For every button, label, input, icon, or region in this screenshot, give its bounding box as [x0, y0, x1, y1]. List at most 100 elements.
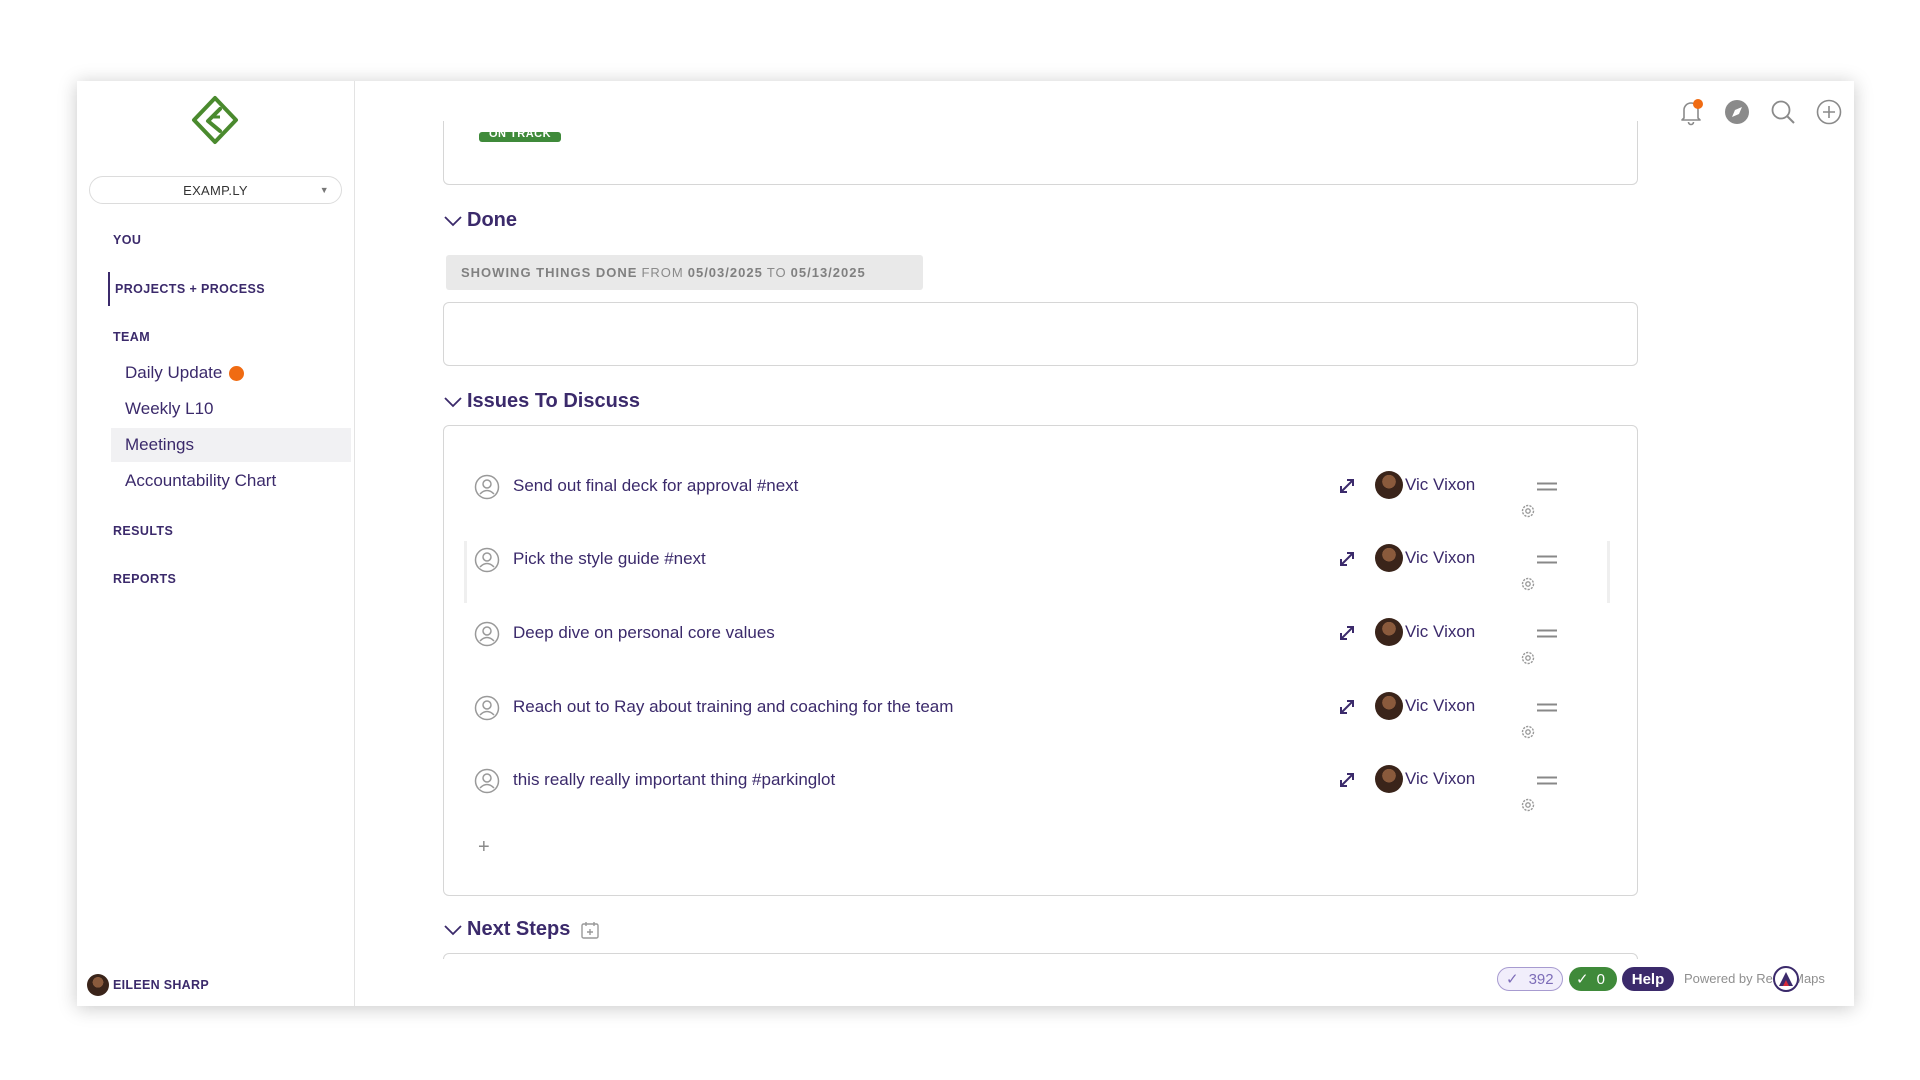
- done-section-header[interactable]: Done: [443, 209, 517, 232]
- done-date-filter[interactable]: SHOWING THINGS DONE FROM 05/03/2025 TO 0…: [446, 255, 923, 290]
- gear-icon[interactable]: [1519, 502, 1537, 520]
- todo-count-badge[interactable]: ✓ 392: [1497, 967, 1563, 991]
- check-icon: ✓: [1506, 971, 1519, 988]
- powered-by-text: Powered by ResultMaps: [1684, 971, 1825, 986]
- issue-text[interactable]: Send out final deck for approval #next: [513, 476, 798, 496]
- user-circle-icon[interactable]: [474, 474, 500, 500]
- status-badge: ON TRACK: [479, 132, 562, 142]
- gear-icon[interactable]: [1519, 796, 1537, 814]
- list-item[interactable]: Pick the style guide #next Vic Vixon: [467, 541, 1607, 603]
- done-list: [443, 302, 1638, 366]
- sidebar-item-label: Meetings: [125, 435, 194, 454]
- add-issue-button[interactable]: +: [478, 836, 490, 859]
- owner-name: Vic Vixon: [1405, 696, 1476, 715]
- sidebar-item-meetings[interactable]: Meetings: [111, 428, 351, 462]
- user-circle-icon[interactable]: [474, 621, 500, 647]
- calendar-add-icon[interactable]: [580, 920, 600, 940]
- issue-owner[interactable]: Vic Vixon: [1375, 618, 1475, 646]
- issue-text[interactable]: Reach out to Ray about training and coac…: [513, 697, 953, 717]
- search-icon[interactable]: [1768, 97, 1798, 127]
- add-circle-icon[interactable]: [1814, 97, 1844, 127]
- sidebar-item-daily-update[interactable]: Daily Update: [111, 356, 351, 390]
- app-logo-icon[interactable]: [190, 95, 240, 145]
- sidebar-item-accountability-chart[interactable]: Accountability Chart: [111, 464, 351, 498]
- avatar: [1375, 471, 1403, 499]
- issue-owner[interactable]: Vic Vixon: [1375, 471, 1475, 499]
- user-circle-icon[interactable]: [474, 695, 500, 721]
- owner-name: Vic Vixon: [1405, 548, 1476, 567]
- next-steps-section-header[interactable]: Next Steps: [443, 918, 600, 941]
- user-circle-icon[interactable]: [474, 768, 500, 794]
- org-name: EXAMP.LY: [183, 182, 248, 198]
- avatar: [87, 974, 109, 996]
- chevron-down-icon: [444, 215, 462, 226]
- avatar: [1375, 765, 1403, 793]
- gear-icon[interactable]: [1519, 575, 1537, 593]
- expand-icon[interactable]: [1337, 697, 1357, 717]
- owner-name: Vic Vixon: [1405, 622, 1476, 641]
- nav-team[interactable]: TEAM: [113, 330, 150, 344]
- chevron-down-icon: [444, 924, 462, 935]
- drag-handle-icon[interactable]: [1537, 555, 1557, 564]
- section-title: Issues To Discuss: [467, 390, 641, 412]
- resultmaps-logo-icon[interactable]: [1773, 966, 1799, 992]
- avatar: [1375, 618, 1403, 646]
- issue-owner[interactable]: Vic Vixon: [1375, 765, 1475, 793]
- avatar: [1375, 544, 1403, 572]
- avatar: [1375, 692, 1403, 720]
- sidebar-item-weekly-l10[interactable]: Weekly L10: [111, 392, 351, 426]
- caret-down-icon: ▼: [319, 185, 329, 195]
- sidebar-item-label: Accountability Chart: [125, 471, 277, 490]
- filter-from-label: FROM: [641, 265, 684, 280]
- filter-from-date: 05/03/2025: [687, 265, 763, 280]
- compass-icon[interactable]: [1722, 97, 1752, 127]
- check-icon: ✓: [1576, 971, 1589, 988]
- notification-dot: [229, 365, 245, 381]
- expand-icon[interactable]: [1337, 770, 1357, 790]
- filter-to-label: TO: [766, 265, 787, 280]
- drag-handle-icon[interactable]: [1537, 629, 1557, 638]
- owner-name: Vic Vixon: [1405, 475, 1476, 494]
- filter-to-date: 05/13/2025: [790, 265, 866, 280]
- chevron-down-icon: [444, 396, 462, 407]
- todo-count: 392: [1528, 970, 1554, 988]
- issue-text[interactable]: Pick the style guide #next: [513, 549, 706, 569]
- section-title: Done: [467, 209, 517, 231]
- nav-reports[interactable]: REPORTS: [113, 572, 176, 586]
- nav-results[interactable]: RESULTS: [113, 524, 173, 538]
- nav-projects-process[interactable]: PROJECTS + PROCESS: [115, 282, 265, 296]
- issue-text[interactable]: Deep dive on personal core values: [513, 623, 775, 643]
- issue-owner[interactable]: Vic Vixon: [1375, 544, 1475, 572]
- top-toolbar: [1676, 97, 1844, 127]
- done-count-badge[interactable]: ✓ 0: [1569, 967, 1617, 991]
- expand-icon[interactable]: [1337, 549, 1357, 569]
- active-indicator: [108, 272, 110, 306]
- help-button[interactable]: Help: [1622, 967, 1674, 991]
- list-item[interactable]: Send out final deck for approval #next V…: [467, 468, 1607, 530]
- drag-handle-icon[interactable]: [1537, 703, 1557, 712]
- expand-icon[interactable]: [1337, 623, 1357, 643]
- gear-icon[interactable]: [1519, 649, 1537, 667]
- org-selector[interactable]: EXAMP.LY ▼: [89, 176, 342, 204]
- sidebar-item-label: Weekly L10: [125, 399, 214, 418]
- sidebar-item-label: Daily Update: [125, 363, 223, 382]
- status-card: [443, 121, 1638, 185]
- issue-text[interactable]: this really really important thing #park…: [513, 770, 835, 790]
- owner-name: Vic Vixon: [1405, 769, 1476, 788]
- current-user[interactable]: EILEEN SHARP: [87, 974, 209, 996]
- done-count: 0: [1596, 970, 1605, 988]
- expand-icon[interactable]: [1337, 476, 1357, 496]
- bell-icon[interactable]: [1676, 97, 1706, 127]
- drag-handle-icon[interactable]: [1537, 482, 1557, 491]
- list-item[interactable]: this really really important thing #park…: [467, 762, 1607, 824]
- gear-icon[interactable]: [1519, 723, 1537, 741]
- user-circle-icon[interactable]: [474, 547, 500, 573]
- drag-handle-icon[interactable]: [1537, 776, 1557, 785]
- issue-owner[interactable]: Vic Vixon: [1375, 692, 1475, 720]
- user-name: EILEEN SHARP: [113, 978, 209, 992]
- app-window: EXAMP.LY ▼ YOU PROJECTS + PROCESS TEAM D…: [77, 81, 1854, 1006]
- list-item[interactable]: Deep dive on personal core values Vic Vi…: [467, 615, 1607, 677]
- list-item[interactable]: Reach out to Ray about training and coac…: [467, 689, 1607, 751]
- nav-you[interactable]: YOU: [113, 233, 141, 247]
- issues-section-header[interactable]: Issues To Discuss: [443, 390, 640, 413]
